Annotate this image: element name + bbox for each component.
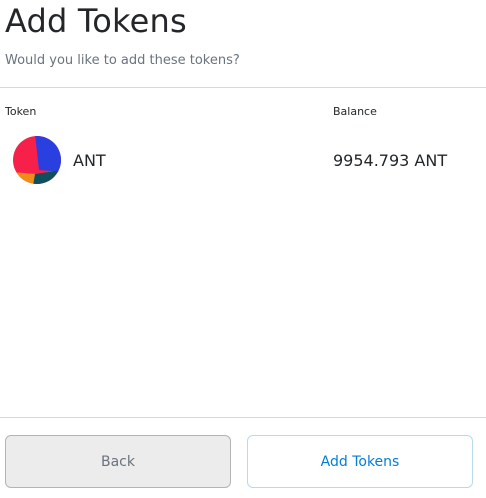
balance-column-header: Balance xyxy=(333,105,377,118)
token-row: ANT 9954.793 ANT xyxy=(0,133,486,187)
add-tokens-page: Add Tokens Would you like to add these t… xyxy=(0,0,486,498)
add-tokens-button[interactable]: Add Tokens xyxy=(247,435,473,488)
token-column-header: Token xyxy=(5,105,37,118)
header-divider xyxy=(0,87,486,88)
page-subtitle: Would you like to add these tokens? xyxy=(5,53,240,68)
page-title: Add Tokens xyxy=(5,2,187,40)
token-symbol: ANT xyxy=(73,151,106,170)
token-identicon-icon xyxy=(13,136,61,184)
footer-divider xyxy=(0,417,486,418)
token-balance: 9954.793 ANT xyxy=(333,151,448,170)
back-button[interactable]: Back xyxy=(5,435,231,488)
